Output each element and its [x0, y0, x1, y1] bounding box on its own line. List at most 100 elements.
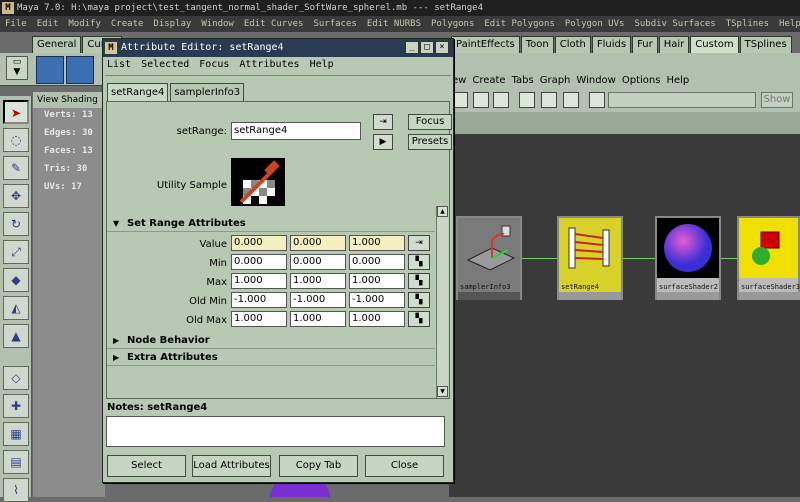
minimize-button[interactable]: _ [405, 41, 419, 54]
menu-edit[interactable]: Edit [37, 19, 59, 29]
scale-tool-icon[interactable]: ⤢ [3, 240, 29, 264]
menu-subdiv-surfaces[interactable]: Subdiv Surfaces [634, 19, 715, 29]
menu-window[interactable]: Window [201, 19, 234, 29]
menu-tsplines[interactable]: TSplines [726, 19, 769, 29]
close-button[interactable]: Close [365, 455, 444, 477]
shelf-tab-general[interactable]: General [32, 36, 82, 53]
shelf-tab-tsplines[interactable]: TSplines [739, 36, 792, 53]
min-y-field[interactable]: 0.000 [290, 254, 346, 270]
hs-menu-create[interactable]: Create [472, 75, 505, 86]
min-z-field[interactable]: 0.000 [349, 254, 405, 270]
attribute-scroll-area[interactable]: ▼ Set Range Attributes Value 0.000 0.000 … [107, 206, 437, 384]
old-max-z-field[interactable]: 1.000 [349, 311, 405, 327]
menu-polygon-uvs[interactable]: Polygon UVs [565, 19, 625, 29]
value-z-field[interactable]: 1.000 [349, 235, 405, 251]
lasso-tool-icon[interactable]: ◌ [3, 128, 29, 152]
io-connections-icon[interactable] [541, 92, 557, 108]
select-button[interactable]: Select [107, 455, 186, 477]
menu-edit-curves[interactable]: Edit Curves [244, 19, 304, 29]
select-tool-icon[interactable]: ➤ [3, 100, 29, 124]
hs-menu-tabs[interactable]: Tabs [512, 75, 534, 86]
eraser-icon[interactable] [452, 92, 468, 108]
menu-create[interactable]: Create [111, 19, 144, 29]
ae-menu-selected[interactable]: Selected [141, 59, 189, 70]
close-window-button[interactable]: × [435, 41, 449, 54]
old-min-z-field[interactable]: -1.000 [349, 292, 405, 308]
two-view-layout-icon[interactable]: ▦ [3, 422, 29, 446]
scroll-up-icon[interactable]: ▲ [437, 206, 448, 217]
shelf-tab-fluids[interactable]: Fluids [591, 36, 632, 53]
node-surfaceshader2[interactable]: surfaceShader2 [655, 216, 721, 300]
move-tool-icon[interactable]: ✥ [3, 184, 29, 208]
shelf-tab-cloth[interactable]: Cloth [554, 36, 591, 53]
manipulator-tool-icon[interactable]: ◆ [3, 268, 29, 292]
maximize-button[interactable]: □ [420, 41, 434, 54]
node-expand-buttons[interactable] [559, 292, 621, 300]
scroll-down-icon[interactable]: ▼ [437, 386, 448, 397]
focus-button[interactable]: Focus [408, 114, 452, 130]
old-min-x-field[interactable]: -1.000 [231, 292, 287, 308]
show-button[interactable]: Show [761, 92, 793, 108]
section-set-range-attributes[interactable]: ▼ Set Range Attributes [107, 216, 435, 232]
rearrange-graph-icon[interactable] [493, 92, 509, 108]
shelf-menu-button[interactable]: ▭ ▼ [6, 56, 28, 80]
node-expand-buttons[interactable] [657, 292, 719, 300]
node-expand-buttons[interactable] [458, 292, 520, 300]
value-connection-icon[interactable]: ⇥ [408, 235, 430, 251]
show-manipulator-icon[interactable]: ▲ [3, 324, 29, 348]
menu-file[interactable]: File [5, 19, 27, 29]
max-z-field[interactable]: 1.000 [349, 273, 405, 289]
rotate-tool-icon[interactable]: ↻ [3, 212, 29, 236]
menu-modify[interactable]: Modify [68, 19, 101, 29]
ae-menu-help[interactable]: Help [310, 59, 334, 70]
hs-menu-window[interactable]: Window [576, 75, 615, 86]
section-extra-attributes[interactable]: ▶ Extra Attributes [107, 350, 435, 366]
input-connections-icon[interactable] [519, 92, 535, 108]
hypershade-search-field[interactable] [608, 92, 756, 108]
node-setrange[interactable]: setRange4 [557, 216, 623, 300]
notes-textarea[interactable] [106, 416, 445, 447]
map-texture-icon[interactable]: ▚ [408, 292, 430, 308]
shelf-tool-icon-2[interactable] [66, 56, 94, 84]
shelf-tab-hair[interactable]: Hair [658, 36, 690, 53]
max-y-field[interactable]: 1.000 [290, 273, 346, 289]
outliner-layout-icon[interactable]: ▤ [3, 450, 29, 474]
menu-display[interactable]: Display [153, 19, 191, 29]
go-to-output-button[interactable]: ▶ [373, 134, 393, 150]
node-name-field[interactable]: setRange4 [231, 122, 361, 140]
shelf-tool-icon-1[interactable] [36, 56, 64, 84]
hypershade-graph[interactable] [449, 134, 800, 497]
tab-setrange4[interactable]: setRange4 [107, 83, 169, 101]
presets-button[interactable]: Presets [408, 134, 452, 150]
hs-menu-help[interactable]: Help [666, 75, 689, 86]
viewport-menu[interactable]: View Shading [33, 92, 105, 108]
menu-surfaces[interactable]: Surfaces [313, 19, 356, 29]
tab-samplerinfo3[interactable]: samplerInfo3 [170, 83, 245, 101]
map-texture-icon[interactable]: ▚ [408, 311, 430, 327]
ae-menu-list[interactable]: List [107, 59, 131, 70]
map-texture-icon[interactable]: ▚ [408, 273, 430, 289]
section-node-behavior[interactable]: ▶ Node Behavior [107, 333, 435, 349]
ae-menu-focus[interactable]: Focus [199, 59, 229, 70]
hs-menu-graph[interactable]: Graph [540, 75, 571, 86]
paint-select-tool-icon[interactable]: ✎ [3, 156, 29, 180]
old-min-y-field[interactable]: -1.000 [290, 292, 346, 308]
menu-polygons[interactable]: Polygons [431, 19, 474, 29]
single-view-layout-icon[interactable]: ◇ [3, 366, 29, 390]
graph-layout-icon[interactable]: ⌇ [3, 478, 29, 502]
clear-view-icon[interactable] [589, 92, 605, 108]
shelf-tab-painteffects[interactable]: PaintEffects [451, 36, 520, 53]
ae-menu-attributes[interactable]: Attributes [239, 59, 299, 70]
max-x-field[interactable]: 1.000 [231, 273, 287, 289]
copy-tab-button[interactable]: Copy Tab [279, 455, 358, 477]
go-to-input-button[interactable]: ⇥ [373, 114, 393, 130]
node-samplerinfo[interactable]: samplerInfo3 [456, 216, 522, 300]
old-max-x-field[interactable]: 1.000 [231, 311, 287, 327]
menu-help[interactable]: Help [779, 19, 800, 29]
soft-mod-tool-icon[interactable]: ◭ [3, 296, 29, 320]
menu-edit-nurbs[interactable]: Edit NURBS [367, 19, 421, 29]
hs-menu-options[interactable]: Options [622, 75, 661, 86]
attribute-scrollbar[interactable]: ▲ ▼ [436, 206, 448, 398]
map-texture-icon[interactable]: ▚ [408, 254, 430, 270]
hs-menu-view[interactable]: ew [452, 75, 466, 86]
